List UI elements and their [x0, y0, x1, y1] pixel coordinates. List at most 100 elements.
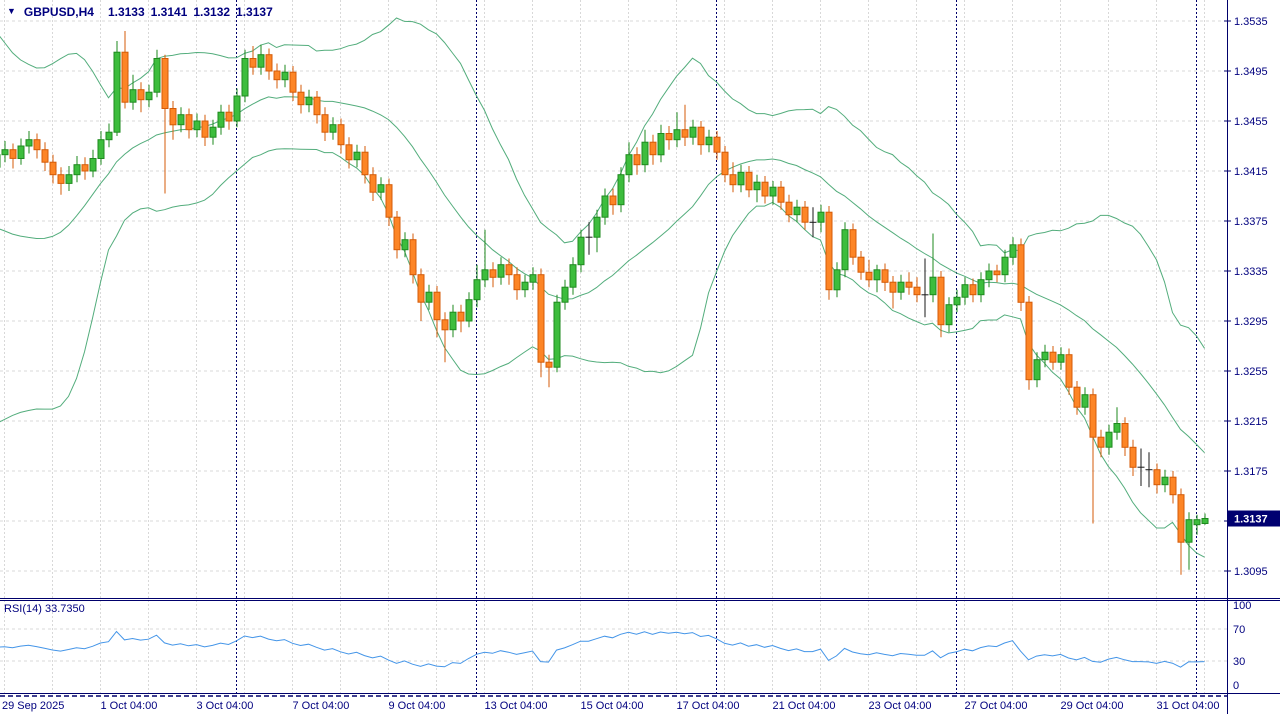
candle-body: [914, 287, 920, 295]
rsi-series: [0, 632, 1205, 668]
date-label: 23 Oct 04:00: [869, 700, 932, 712]
date-label: 21 Oct 04:00: [773, 700, 836, 712]
candle-body: [250, 59, 256, 68]
candle-body: [770, 187, 776, 196]
candle-body: [162, 59, 168, 109]
candle-body: [298, 92, 304, 105]
candle-body: [794, 207, 800, 215]
price-tick-label: 1.3535: [1234, 16, 1268, 28]
candle-body: [858, 257, 864, 272]
candle-body: [522, 282, 528, 290]
candle-body: [330, 125, 336, 133]
candle-body: [378, 185, 384, 193]
date-label: 7 Oct 04:00: [293, 700, 350, 712]
candle-body: [1130, 447, 1136, 467]
candle-body: [538, 275, 544, 363]
candle-body: [354, 152, 360, 160]
candle-body: [818, 212, 824, 222]
candle-body: [2, 150, 8, 155]
candle-body: [874, 270, 880, 280]
candle-body: [338, 125, 344, 145]
date-label: 3 Oct 04:00: [197, 700, 254, 712]
candle-body: [186, 115, 192, 130]
candle-body: [50, 162, 56, 175]
candle-body: [274, 71, 280, 80]
candle-body: [1186, 520, 1192, 543]
candle-body: [706, 137, 712, 145]
price-chart-canvas[interactable]: 1.35351.34951.34551.34151.33751.33351.32…: [0, 0, 1280, 720]
date-label: 27 Oct 04:00: [965, 700, 1028, 712]
candle-body: [1170, 477, 1176, 495]
candle-body: [690, 127, 696, 137]
candle-body: [986, 271, 992, 280]
candle-body: [194, 121, 200, 130]
candle-body: [786, 202, 792, 215]
rsi-tick-label: 70: [1233, 624, 1245, 636]
candle-body: [138, 90, 144, 100]
candle-body: [634, 155, 640, 165]
price-tick-label: 1.3495: [1234, 66, 1268, 78]
candle-body: [346, 145, 352, 160]
candle-body: [578, 237, 584, 265]
candle-body: [610, 196, 616, 205]
date-label: 15 Oct 04:00: [581, 700, 644, 712]
candle-body: [26, 140, 32, 146]
price-tick-label: 1.3095: [1234, 566, 1268, 578]
candle-body: [1178, 495, 1184, 543]
candle-body: [178, 115, 184, 125]
candle-body: [1018, 245, 1024, 302]
candle-body: [762, 182, 768, 196]
price-tick-label: 1.3255: [1234, 366, 1268, 378]
rsi-line: [0, 632, 1205, 668]
date-label: 9 Oct 04:00: [389, 700, 446, 712]
candle-body: [306, 97, 312, 105]
candle-body: [66, 175, 72, 184]
candle-body: [42, 150, 48, 163]
candle-body: [1066, 355, 1072, 388]
candle-body: [1026, 302, 1032, 380]
candle-body: [866, 272, 872, 280]
candle-body: [898, 282, 904, 292]
candle-body: [98, 140, 104, 159]
candle-body: [658, 134, 664, 155]
price-tick-label: 1.3375: [1234, 216, 1268, 228]
candle-body: [546, 362, 552, 367]
candle-body: [58, 175, 64, 184]
candle-body: [210, 127, 216, 137]
price-tick-label: 1.3215: [1234, 416, 1268, 428]
candle-body: [778, 187, 784, 202]
candle-body: [10, 150, 16, 159]
date-label: 31 Oct 04:00: [1157, 700, 1220, 712]
date-label: 1 Oct 04:00: [101, 700, 158, 712]
current-price-label: 1.3137: [1234, 514, 1268, 526]
candle-body: [226, 112, 232, 121]
candle-body: [402, 240, 408, 250]
candle-body: [498, 265, 504, 278]
candle-body: [746, 172, 752, 190]
candle-body: [626, 155, 632, 175]
candle-body: [266, 55, 272, 71]
date-label: 17 Oct 04:00: [677, 700, 740, 712]
candle-body: [1194, 520, 1200, 525]
date-label: 29 Sep 2025: [2, 700, 64, 712]
candle-body: [666, 134, 672, 140]
candle-body: [506, 265, 512, 275]
candle-body: [594, 217, 600, 237]
low-value: 1.3132: [193, 5, 230, 19]
candle-body: [18, 146, 24, 159]
candle-body: [234, 96, 240, 121]
price-tick-label: 1.3335: [1234, 266, 1268, 278]
candle-body: [122, 52, 128, 102]
symbol-dropdown-icon[interactable]: ▼: [7, 5, 16, 18]
candle-body: [802, 207, 808, 222]
trading-chart-window: 1.35351.34951.34551.34151.33751.33351.32…: [0, 0, 1280, 720]
candle-body: [978, 280, 984, 295]
candle-body: [490, 270, 496, 278]
candle-body: [386, 185, 392, 218]
candle-body: [826, 212, 832, 290]
rsi-indicator-label: RSI(14) 33.7350: [4, 603, 85, 615]
candle-body: [458, 312, 464, 321]
candle-body: [154, 59, 160, 93]
candle-body: [1154, 470, 1160, 485]
candle-body: [450, 312, 456, 330]
